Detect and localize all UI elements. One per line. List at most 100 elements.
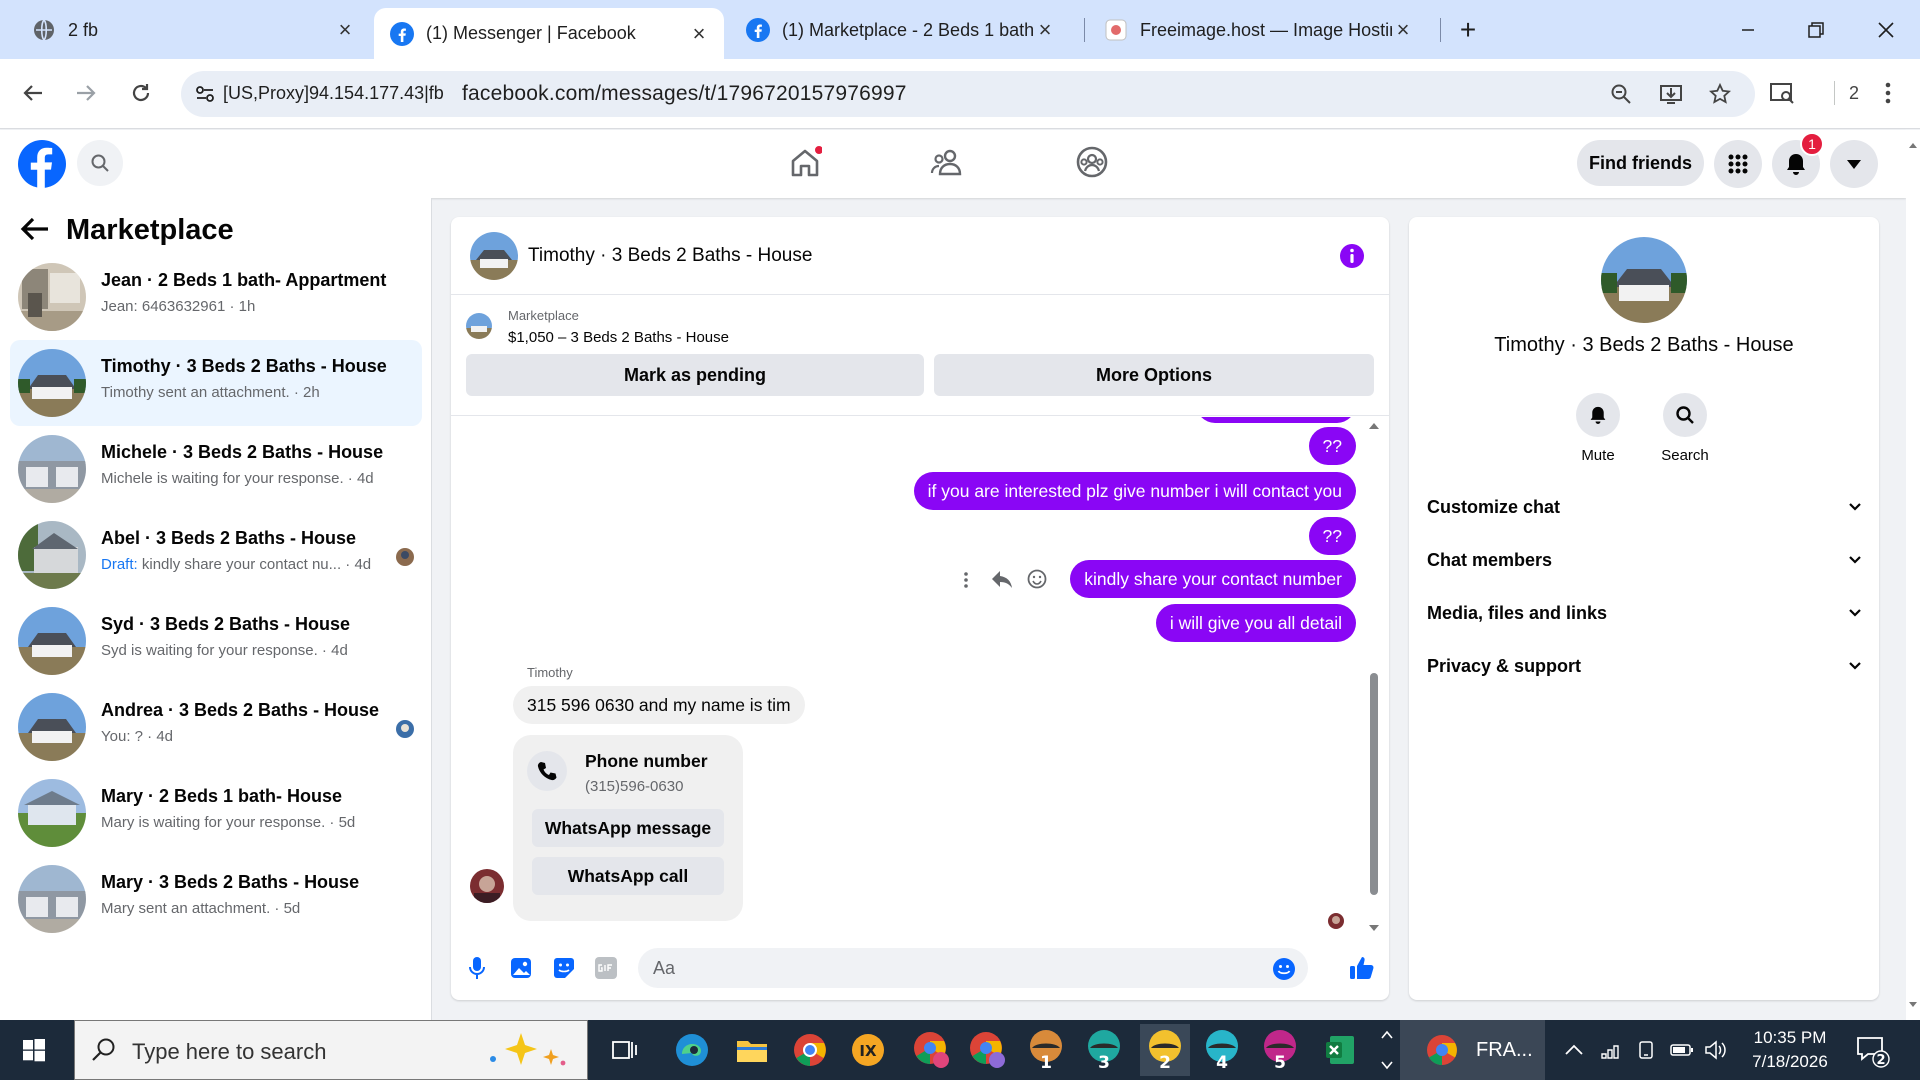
address-bar[interactable]: [US,Proxy]94.154.177.43|fb facebook.com/… [181,71,1755,117]
browser-tab-2fb[interactable]: 2 fb × [16,8,370,52]
emoji-picker-icon[interactable] [1272,957,1296,981]
conversation-name: Michele · 3 Beds 2 Baths - House [101,442,384,462]
conversation-item[interactable]: Jean · 2 Beds 1 bath- Appartment Jean: 6… [10,254,422,340]
close-tab-icon[interactable]: × [688,21,710,46]
conversation-sidebar: Marketplace Jean · 2 Beds 1 bath- Appart… [0,198,432,1020]
photo-icon[interactable] [510,957,532,979]
taskbar-search-box[interactable]: Type here to search [74,1020,588,1080]
app-5-icon[interactable]: 5 [1258,1028,1302,1072]
edge-icon[interactable] [670,1028,714,1072]
outgoing-message[interactable]: kindly share your contact number [1070,560,1356,598]
minimize-button[interactable] [1724,10,1772,50]
info-icon[interactable] [1339,243,1365,269]
close-tab-icon[interactable]: × [1034,17,1056,42]
conversation-item[interactable]: Mary · 2 Beds 1 bath- House Mary is wait… [10,770,422,856]
app-2-icon[interactable]: 2 [1140,1024,1190,1076]
task-view-icon[interactable] [602,1028,646,1072]
zoom-icon[interactable] [1606,79,1636,109]
whatsapp-message-button[interactable]: WhatsApp message [532,809,724,847]
page-scrollbar[interactable] [1906,130,1920,1020]
whatsapp-call-button[interactable]: WhatsApp call [532,857,724,895]
notification-center-icon[interactable]: 2 [1850,1028,1894,1072]
conversation-item-selected[interactable]: Timothy · 3 Beds 2 Baths - House Timothy… [10,340,422,426]
groups-nav-icon[interactable] [1075,145,1109,179]
search-action[interactable]: Search [1645,393,1725,464]
more-options-button[interactable]: More Options [934,354,1374,396]
forward-button[interactable] [66,73,106,113]
volume-icon[interactable] [1694,1028,1738,1072]
restore-button[interactable] [1792,10,1840,50]
mark-as-pending-button[interactable]: Mark as pending [466,354,924,396]
app-1-icon[interactable]: 1 [1024,1028,1068,1072]
sticker-icon[interactable] [553,957,575,979]
sender-avatar[interactable] [470,869,504,903]
incoming-message[interactable]: 315 596 0630 and my name is tim [513,686,805,724]
outgoing-message[interactable]: i will give you all detail [1155,604,1356,642]
more-actions-icon[interactable] [963,571,969,589]
friends-nav-icon[interactable] [930,146,966,180]
browser-tab-marketplace[interactable]: (1) Marketplace - 2 Beds 1 bath × [730,8,1070,52]
install-app-icon[interactable] [1656,79,1686,109]
conversation-item[interactable]: Michele · 3 Beds 2 Baths - House Michele… [10,426,422,512]
fb-search-button[interactable] [77,140,123,186]
react-emoji-icon[interactable] [1027,569,1047,589]
outgoing-message[interactable]: ?? [1308,427,1356,465]
site-settings-icon[interactable] [195,84,215,104]
customize-chat-section[interactable]: Customize chat [1427,492,1861,522]
url-text[interactable]: facebook.com/messages/t/1796720157976997 [462,82,907,106]
listing-price-title[interactable]: $1,050 – 3 Beds 2 Baths - House [508,329,729,346]
taskbar-active-app[interactable]: FRA... [1400,1020,1545,1080]
mute-action[interactable]: Mute [1558,393,1638,464]
microphone-icon[interactable] [468,956,486,980]
conversation-preview: Timothy sent an attachment. · 2h [101,384,320,401]
message-input[interactable]: Aa [638,948,1308,988]
privacy-support-section[interactable]: Privacy & support [1427,651,1861,681]
facebook-icon [390,21,414,46]
conversation-item[interactable]: Andrea · 3 Beds 2 Baths - House You: ? ·… [10,684,422,770]
home-nav-icon[interactable] [788,146,822,180]
account-button[interactable] [1830,140,1878,188]
back-button[interactable] [13,73,53,113]
outgoing-message[interactable]: if you are interested plz give number i … [913,472,1356,510]
close-window-button[interactable] [1862,10,1910,50]
new-tab-button[interactable]: + [1444,10,1492,50]
ixbrowser-icon[interactable]: IX [846,1028,890,1072]
browser-tab-freeimage[interactable]: Freeimage.host — Image Hosting × [1088,8,1428,52]
tab-search-icon[interactable] [1762,73,1802,113]
menu-grid-button[interactable] [1714,140,1762,188]
back-arrow-icon[interactable] [20,216,50,242]
facebook-logo[interactable] [18,140,66,188]
windows-start-icon[interactable] [12,1028,56,1072]
bookmark-star-icon[interactable] [1705,79,1735,109]
conversation-item[interactable]: Mary · 3 Beds 2 Baths - House Mary sent … [10,856,422,942]
media-files-links-section[interactable]: Media, files and links [1427,598,1861,628]
conversation-item[interactable]: Abel · 3 Beds 2 Baths - House Draft: kin… [10,512,422,598]
avatar[interactable] [470,232,518,280]
close-tab-icon[interactable]: × [1392,17,1414,42]
thumbs-up-icon[interactable] [1349,955,1375,981]
outgoing-message[interactable]: ?? [1308,517,1356,555]
file-explorer-icon[interactable] [730,1028,774,1072]
find-friends-button[interactable]: Find friends [1577,140,1704,186]
chat-members-section[interactable]: Chat members [1427,545,1861,575]
chrome-profile-a-icon[interactable] [966,1028,1010,1072]
excel-icon[interactable] [1318,1028,1362,1072]
message-input-placeholder: Aa [653,958,676,978]
chat-title[interactable]: Timothy · 3 Beds 2 Baths - House [528,245,812,267]
gif-icon[interactable] [595,957,617,979]
browser-tab-messenger[interactable]: (1) Messenger | Facebook × [374,8,724,59]
chat-scrollbar[interactable] [1367,417,1381,937]
browser-menu-icon[interactable] [1868,73,1908,113]
listing-thumbnail[interactable] [466,313,492,339]
app-4-icon[interactable]: 4 [1200,1028,1244,1072]
chrome-icon[interactable] [788,1028,832,1072]
reload-button[interactable] [121,73,161,113]
avatar[interactable] [1601,237,1687,323]
chrome-profile-icon[interactable] [910,1028,954,1072]
close-tab-icon[interactable]: × [334,17,356,42]
conversation-item[interactable]: Syd · 3 Beds 2 Baths - House Syd is wait… [10,598,422,684]
app-3-icon[interactable]: 3 [1082,1028,1126,1072]
reply-icon[interactable] [991,569,1013,589]
taskbar-scroll-arrows[interactable] [1380,1026,1394,1074]
system-clock[interactable]: 10:35 PM 7/18/2026 [1740,1026,1840,1074]
